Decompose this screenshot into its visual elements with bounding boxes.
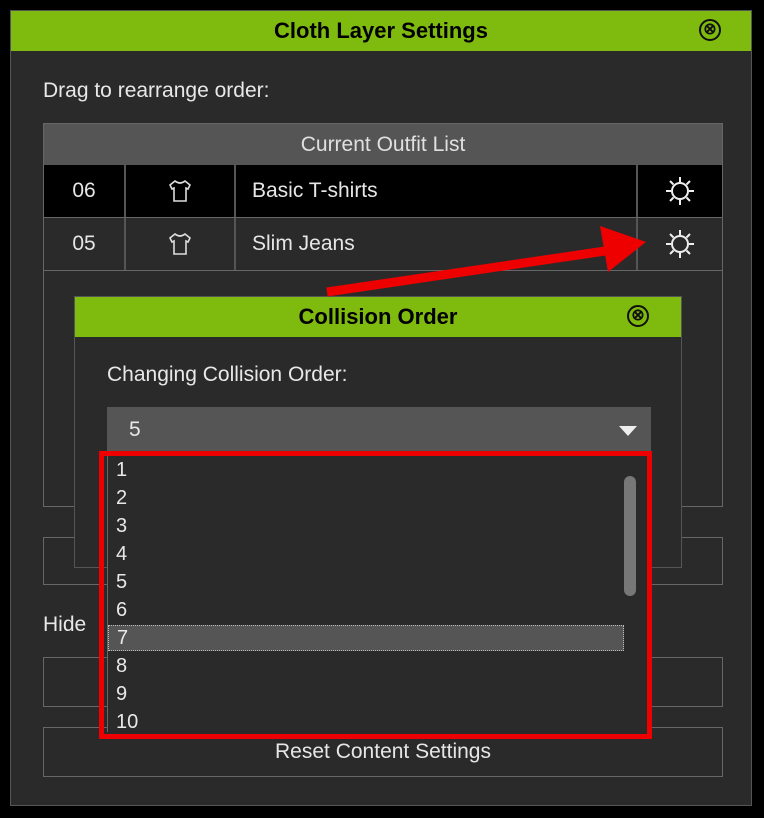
collision-order-options: 1 2 3 4 5 6 7 8 9 10 <box>107 456 648 733</box>
reset-content-settings-button[interactable]: Reset Content Settings <box>43 727 723 777</box>
chevron-down-icon[interactable] <box>619 426 637 436</box>
option-8[interactable]: 8 <box>116 652 127 680</box>
outfit-row-slim-jeans[interactable]: 05 Slim Jeans <box>44 218 722 271</box>
tshirt-icon <box>126 218 236 270</box>
list-scrollbar[interactable] <box>624 476 636 596</box>
collision-order-select[interactable]: 5 <box>107 407 651 453</box>
window-titlebar: Cloth Layer Settings ⊗ <box>11 11 751 51</box>
option-10[interactable]: 10 <box>116 708 138 736</box>
option-1[interactable]: 1 <box>116 456 127 484</box>
option-2[interactable]: 2 <box>116 484 127 512</box>
option-9[interactable]: 9 <box>116 680 127 708</box>
gear-icon[interactable] <box>638 218 722 270</box>
outfit-name: Basic T-shirts <box>236 165 638 217</box>
dialog-title: Collision Order <box>298 304 458 329</box>
option-5[interactable]: 5 <box>116 568 127 596</box>
outfit-name: Slim Jeans <box>236 218 638 270</box>
option-7-highlighted[interactable]: 7 <box>108 625 624 651</box>
close-icon[interactable]: ⊗ <box>699 19 721 41</box>
dialog-titlebar: Collision Order ⊗ <box>75 297 681 337</box>
close-icon[interactable]: ⊗ <box>627 305 649 327</box>
window-title: Cloth Layer Settings <box>274 18 488 43</box>
outfit-row-basic-tshirts[interactable]: 06 Basic T-shirts <box>44 165 722 218</box>
drag-instruction-label: Drag to rearrange order: <box>43 79 270 102</box>
outfit-list-header: Current Outfit List <box>44 124 722 165</box>
gear-icon[interactable] <box>638 165 722 217</box>
option-3[interactable]: 3 <box>116 512 127 540</box>
option-4[interactable]: 4 <box>116 540 127 568</box>
selected-value: 5 <box>129 418 141 441</box>
option-6[interactable]: 6 <box>116 596 127 624</box>
hide-label: Hide <box>43 613 87 636</box>
order-number: 06 <box>44 165 126 217</box>
changing-order-label: Changing Collision Order: <box>107 363 348 386</box>
tshirt-icon <box>126 165 236 217</box>
order-number: 05 <box>44 218 126 270</box>
